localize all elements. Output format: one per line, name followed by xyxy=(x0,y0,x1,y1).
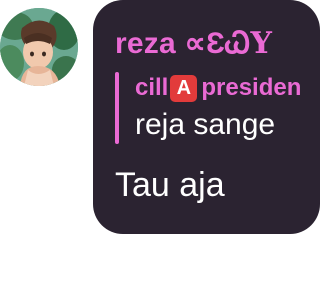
reply-sender-name-part2: presiden xyxy=(201,74,302,101)
message-text: Tau aja xyxy=(115,166,225,204)
reply-sender-name: cill A presiden xyxy=(135,74,301,102)
sender-name-glyphs: ᏇY xyxy=(225,26,273,61)
message-bubble[interactable]: reza ∝ƐᏇY cill A presiden reja sange Tau… xyxy=(93,0,320,234)
sender-name[interactable]: reza ∝ƐᏇY xyxy=(115,26,272,61)
sender-name-text: reza ∝Ɛ xyxy=(115,27,226,60)
reply-sender-name-part1: cill xyxy=(135,74,169,101)
avatar[interactable] xyxy=(0,8,78,86)
reply-quote-text: reja sange xyxy=(135,108,276,141)
chat-screen: reza ∝ƐᏇY cill A presiden reja sange Tau… xyxy=(0,0,320,282)
avatar-image xyxy=(0,8,78,86)
reply-quote[interactable]: cill A presiden reja sange xyxy=(115,72,315,144)
reply-quote-bar xyxy=(115,72,119,144)
a-button-emoji-icon: A xyxy=(170,74,198,102)
